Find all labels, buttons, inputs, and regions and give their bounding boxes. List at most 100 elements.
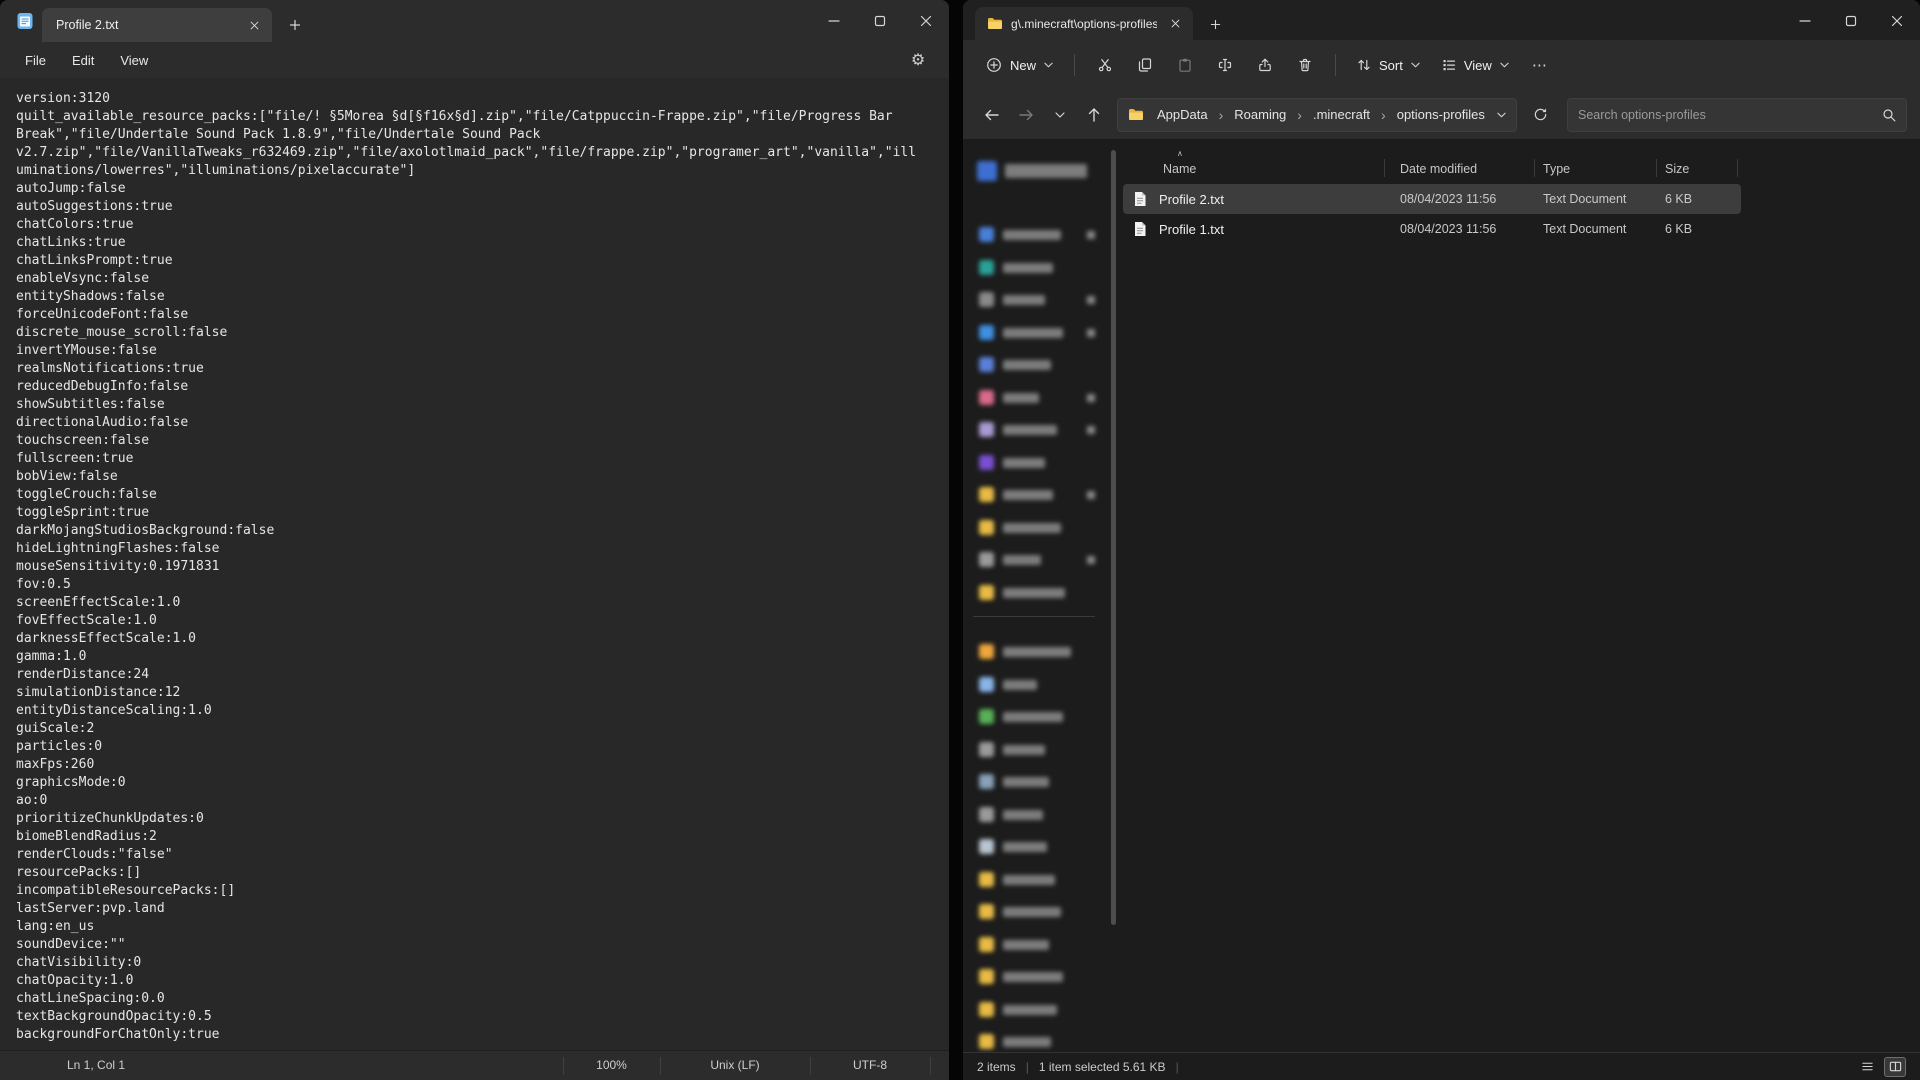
sidebar-item-blurred[interactable]	[969, 513, 1103, 543]
breadcrumb-item[interactable]: .minecraft	[1308, 104, 1375, 125]
view-button[interactable]: View	[1431, 48, 1520, 82]
search-box[interactable]	[1567, 98, 1907, 132]
selection-info: 1 item selected 5.61 KB	[1039, 1060, 1166, 1074]
search-icon	[1882, 108, 1896, 122]
text-editor[interactable]: version:3120 quilt_available_resource_pa…	[0, 78, 949, 1050]
zoom-level[interactable]: 100%	[563, 1058, 660, 1072]
breadcrumb-item[interactable]: AppData	[1152, 104, 1213, 125]
column-divider[interactable]	[1656, 159, 1657, 177]
sidebar-item-blurred[interactable]	[969, 318, 1103, 348]
scrollbar-thumb[interactable]	[1111, 150, 1116, 925]
new-button[interactable]: New	[975, 48, 1064, 82]
details-view-toggle[interactable]	[1884, 1057, 1906, 1077]
sort-button[interactable]: Sort	[1346, 48, 1431, 82]
tab-close-icon[interactable]	[1165, 14, 1185, 34]
paste-button[interactable]	[1165, 48, 1205, 82]
sidebar-item-blurred[interactable]	[969, 253, 1103, 283]
back-button[interactable]	[975, 99, 1009, 131]
maximize-button[interactable]	[857, 0, 903, 42]
list-view-toggle[interactable]	[1856, 1057, 1878, 1077]
sidebar-item-blurred[interactable]	[969, 735, 1103, 765]
minimize-button[interactable]	[1782, 0, 1828, 42]
folder-icon	[987, 17, 1003, 30]
statusbar-divider: |	[1026, 1060, 1029, 1074]
cut-button[interactable]	[1085, 48, 1125, 82]
sidebar-item-blurred[interactable]	[969, 702, 1103, 732]
column-headers: ∧ Name Date modified Type Size	[1123, 150, 1741, 184]
statusbar-divider	[930, 1057, 931, 1075]
sidebar-item-blurred[interactable]	[969, 578, 1103, 608]
address-bar[interactable]: AppData›Roaming›.minecraft›options-profi…	[1117, 98, 1517, 132]
navigation-pane	[963, 140, 1109, 1052]
notepad-app-icon	[16, 12, 34, 30]
column-header-name[interactable]: Name	[1163, 162, 1196, 176]
up-button[interactable]	[1077, 99, 1111, 131]
sidebar-item-blurred[interactable]	[969, 480, 1103, 510]
breadcrumb: AppData›Roaming›.minecraft›options-profi…	[1152, 104, 1490, 125]
copy-button[interactable]	[1125, 48, 1165, 82]
sidebar-item-blurred[interactable]	[969, 800, 1103, 830]
breadcrumb-item[interactable]: options-profiles	[1392, 104, 1490, 125]
forward-button[interactable]	[1009, 99, 1043, 131]
sidebar-item-blurred[interactable]	[969, 415, 1103, 445]
notepad-tab[interactable]: Profile 2.txt	[42, 8, 272, 42]
maximize-button[interactable]	[1828, 0, 1874, 42]
column-header-size[interactable]: Size	[1665, 162, 1689, 176]
search-input[interactable]	[1578, 108, 1882, 122]
column-divider[interactable]	[1384, 159, 1385, 177]
sidebar-item-blurred[interactable]	[969, 670, 1103, 700]
address-dropdown-chevron[interactable]	[1497, 112, 1506, 118]
sort-icon	[1357, 58, 1371, 72]
column-divider[interactable]	[1737, 159, 1738, 177]
sidebar-item-blurred[interactable]	[969, 897, 1103, 927]
close-button[interactable]	[903, 0, 949, 42]
new-tab-button[interactable]	[280, 10, 310, 40]
sidebar-item-blurred[interactable]	[969, 350, 1103, 380]
tab-close-icon[interactable]	[244, 15, 264, 35]
share-button[interactable]	[1245, 48, 1285, 82]
rename-button[interactable]	[1205, 48, 1245, 82]
sidebar-item-blurred[interactable]	[969, 767, 1103, 797]
delete-button[interactable]	[1285, 48, 1325, 82]
column-header-date-modified[interactable]: Date modified	[1400, 162, 1477, 176]
sidebar-item-blurred[interactable]	[969, 220, 1103, 250]
chevron-down-icon	[1500, 62, 1509, 68]
menu-edit[interactable]: Edit	[59, 48, 107, 73]
toolbar-divider	[1074, 54, 1075, 76]
sidebar-item-blurred[interactable]	[969, 285, 1103, 315]
tab-title: Profile 2.txt	[56, 18, 244, 32]
explorer-tab[interactable]: g\.minecraft\options-profiles	[975, 7, 1193, 40]
sidebar-item-blurred[interactable]	[969, 930, 1103, 960]
more-options-button[interactable]: ⋯	[1520, 48, 1560, 82]
sidebar-item-blurred[interactable]	[969, 383, 1103, 413]
settings-gear-icon[interactable]: ⚙	[903, 45, 933, 75]
breadcrumb-item[interactable]: Roaming	[1229, 104, 1291, 125]
sidebar-item-blurred[interactable]	[969, 962, 1103, 992]
column-header-type[interactable]: Type	[1543, 162, 1570, 176]
file-row[interactable]: Profile 1.txt 08/04/2023 11:56 Text Docu…	[1123, 214, 1741, 244]
recent-locations-chevron[interactable]	[1043, 99, 1077, 131]
sidebar-item-blurred[interactable]	[969, 995, 1103, 1025]
sidebar-item-blurred[interactable]	[969, 448, 1103, 478]
close-button[interactable]	[1874, 0, 1920, 42]
new-label: New	[1010, 58, 1036, 73]
sidebar-item-blurred[interactable]	[969, 545, 1103, 575]
encoding[interactable]: UTF-8	[810, 1058, 930, 1072]
sidebar-item-blurred[interactable]	[969, 1027, 1103, 1052]
file-type: Text Document	[1543, 222, 1626, 236]
sidebar-item-blurred[interactable]	[969, 157, 1103, 187]
menu-file[interactable]: File	[12, 48, 59, 73]
sidebar-item-blurred[interactable]	[969, 637, 1103, 667]
new-tab-button[interactable]	[1201, 10, 1229, 38]
sidebar-item-blurred[interactable]	[969, 832, 1103, 862]
file-list: Profile 2.txt 08/04/2023 11:56 Text Docu…	[1123, 184, 1741, 244]
file-row[interactable]: Profile 2.txt 08/04/2023 11:56 Text Docu…	[1123, 184, 1741, 214]
sidebar-scrollbar[interactable]	[1111, 146, 1116, 1046]
line-endings[interactable]: Unix (LF)	[660, 1058, 810, 1072]
menu-view[interactable]: View	[107, 48, 161, 73]
minimize-button[interactable]	[811, 0, 857, 42]
column-divider[interactable]	[1534, 159, 1535, 177]
sidebar-item-blurred[interactable]	[969, 865, 1103, 895]
refresh-button[interactable]	[1523, 99, 1557, 131]
explorer-commandbar: New Sort View ⋯	[963, 40, 1920, 90]
